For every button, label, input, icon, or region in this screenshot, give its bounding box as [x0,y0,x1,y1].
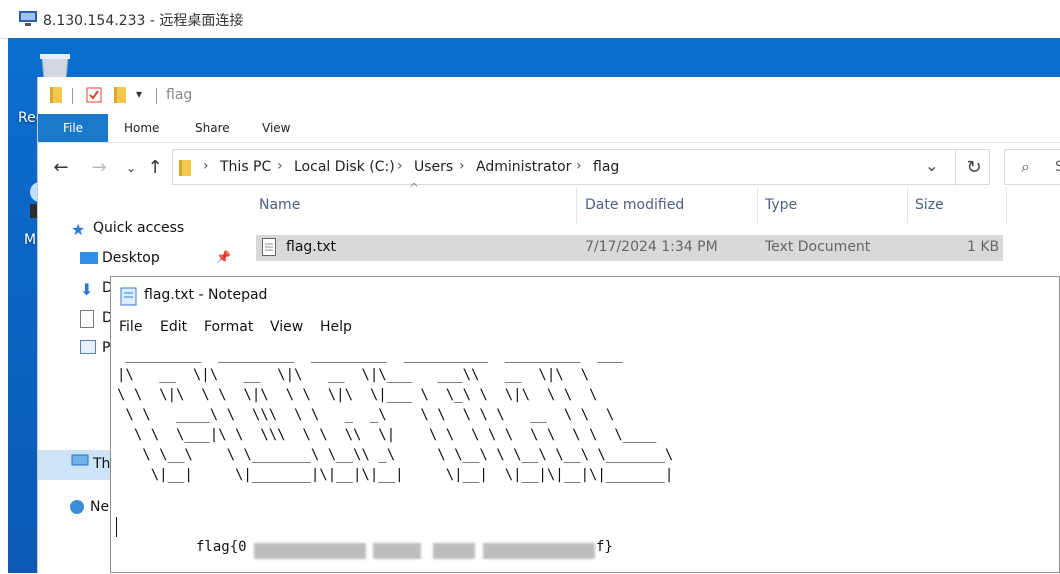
rdp-window-title: 8.130.154.233 - 远程桌面连接 [43,13,244,29]
file-name: flag.txt [286,239,336,255]
column-header-size[interactable]: Size [915,187,944,223]
flag-prefix: flag{0 [196,539,247,555]
ascii-art-banner: _________ _________ _________ __________… [117,347,674,483]
remote-desktop-icon [19,11,37,26]
notepad-window: flag.txt - Notepad File Edit Format View… [110,276,1060,573]
navigation-bar: ← → ⌄ ↑ › This PC › Local Disk (C:) › Us… [38,149,1060,187]
notepad-text-area[interactable]: _________ _________ _________ __________… [111,345,1059,574]
pin-icon[interactable]: 📌 [216,250,231,264]
tab-home[interactable]: Home [124,114,159,142]
ribbon-tabs: File Home Share View [38,114,1060,143]
desktop-shortcut-label[interactable]: M [24,232,36,248]
search-placeholder-fragment: S [1055,159,1060,175]
tab-file[interactable]: File [38,114,108,142]
rdp-titlebar: 8.130.154.233 - 远程桌面连接 [0,0,1060,39]
menu-help[interactable]: Help [320,319,352,335]
column-divider [907,187,908,223]
address-history-chevron-icon[interactable]: ⌄ [925,156,938,175]
notepad-icon [120,287,137,306]
breadcrumb-separator-icon[interactable]: › [203,158,209,174]
redacted-flag-segment [254,543,366,559]
star-icon: ★ [71,220,86,239]
text-file-icon [262,238,276,256]
toolbar-divider [72,88,73,104]
column-divider [576,187,577,223]
network-icon [68,499,86,517]
window-title-path: flag [166,87,193,103]
column-header-date[interactable]: Date modified [585,187,684,223]
tab-share[interactable]: Share [195,114,230,142]
search-input[interactable]: ⌕ S [1004,149,1060,185]
tab-view[interactable]: View [262,114,290,142]
breadcrumb-separator-icon[interactable]: › [576,158,582,174]
up-arrow-icon[interactable]: ↑ [144,157,166,179]
new-folder-icon[interactable] [114,87,126,103]
file-size: 1 KB [967,239,1000,255]
properties-check-icon[interactable] [86,87,102,103]
column-divider [1006,187,1007,223]
toolbar-divider [156,88,157,104]
menu-file[interactable]: File [119,319,142,335]
computer-icon [71,454,89,472]
menu-view[interactable]: View [270,319,303,335]
quick-access-toolbar: ▾ flag [38,77,1060,114]
redacted-flag-segment [483,543,595,559]
back-arrow-icon[interactable]: ← [50,157,72,179]
notepad-titlebar: flag.txt - Notepad [111,277,1059,313]
breadcrumb-flag[interactable]: flag [593,159,619,175]
notepad-title: flag.txt - Notepad [144,287,268,303]
file-type: Text Document [765,239,871,255]
breadcrumb-separator-icon[interactable]: › [397,158,403,174]
search-icon: ⌕ [1021,157,1030,176]
notepad-menubar: File Edit Format View Help [111,313,1059,341]
redacted-flag-segment [373,543,421,559]
breadcrumb-local-disk[interactable]: Local Disk (C:) [294,159,395,175]
file-date: 7/17/2024 1:34 PM [585,239,718,255]
breadcrumb-separator-icon[interactable]: › [459,158,465,174]
breadcrumb-users[interactable]: Users [414,159,453,175]
column-divider [757,187,758,223]
customize-toolbar-dropdown-icon[interactable]: ▾ [136,87,142,101]
folder-icon[interactable] [50,87,62,103]
table-row[interactable]: flag.txt 7/17/2024 1:34 PM Text Document… [256,235,1003,261]
flag-suffix: f} [596,539,613,555]
refresh-icon[interactable]: ↻ [955,150,992,186]
sidebar-item-desktop[interactable]: Desktop 📌 [80,248,231,272]
sort-caret-icon: ^ [409,181,420,195]
recent-locations-chevron-icon[interactable]: ⌄ [120,157,142,179]
column-header-name[interactable]: Name [259,187,300,223]
text-caret [116,517,117,537]
column-header-type[interactable]: Type [765,187,797,223]
address-bar[interactable]: › This PC › Local Disk (C:) › Users › Ad… [172,149,992,186]
breadcrumb-separator-icon[interactable]: › [277,158,283,174]
document-icon [80,310,98,328]
menu-format[interactable]: Format [204,319,253,335]
pictures-icon [80,340,98,358]
folder-icon [179,160,191,176]
menu-edit[interactable]: Edit [160,319,187,335]
download-arrow-icon: ⬇ [80,280,94,299]
forward-arrow-icon[interactable]: → [88,157,110,179]
desktop-icon [80,250,98,268]
breadcrumb-administrator[interactable]: Administrator [476,159,571,175]
breadcrumb-this-pc[interactable]: This PC [220,159,271,175]
redacted-flag-segment [433,543,475,559]
